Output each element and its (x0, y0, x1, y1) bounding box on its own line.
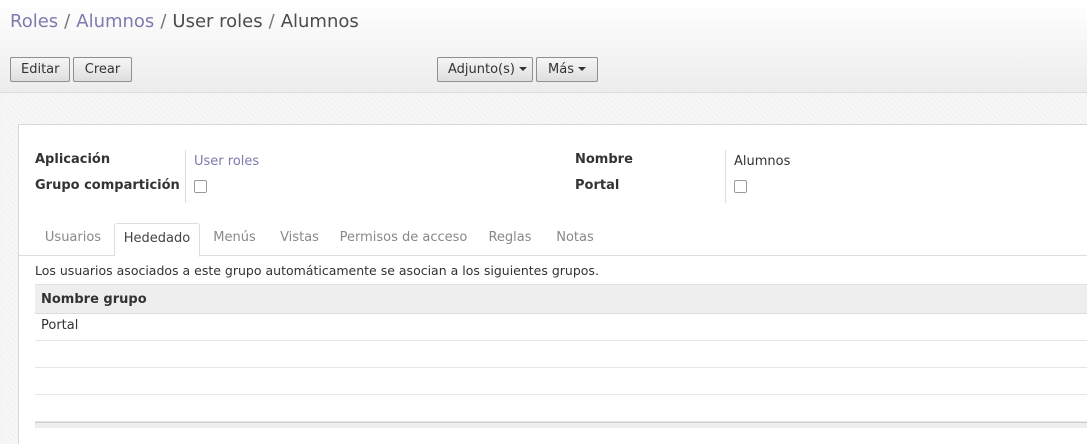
portal-checkbox[interactable] (734, 180, 747, 193)
notebook-tabs: Usuarios Hededado Menús Vistas Permisos … (19, 223, 1087, 257)
control-panel: Roles / Alumnos / User roles / Alumnos Editar … (0, 0, 1087, 93)
breadcrumb-app-name: User roles (172, 11, 263, 32)
field-divider (185, 150, 186, 203)
portal-label: Portal (575, 178, 620, 193)
tab-usuarios[interactable]: Usuarios (36, 223, 110, 256)
caret-down-icon (577, 67, 586, 71)
table-footer (35, 422, 1087, 428)
name-value: Alumnos (734, 154, 791, 169)
breadcrumb: Roles / Alumnos / User roles / Alumnos (10, 10, 359, 34)
share-group-label: Grupo compartición (35, 178, 180, 193)
tab-menus[interactable]: Menús (204, 223, 265, 256)
breadcrumb-separator: / (160, 11, 167, 32)
breadcrumb-roles-link[interactable]: Roles (10, 11, 58, 32)
column-header-group-name[interactable]: Nombre grupo (35, 284, 1087, 314)
caret-down-icon (518, 67, 527, 71)
more-label: Más (548, 62, 574, 77)
breadcrumb-current-record: Alumnos (280, 11, 359, 32)
tab-notas[interactable]: Notas (546, 223, 604, 256)
table-row (35, 368, 1087, 395)
attachments-label: Adjunto(s) (448, 62, 515, 77)
create-button[interactable]: Crear (73, 57, 132, 82)
tab-hededado[interactable]: Hededado (114, 223, 200, 257)
tab-vistas[interactable]: Vistas (271, 223, 328, 256)
field-divider (725, 150, 726, 203)
tab-reglas[interactable]: Reglas (481, 223, 539, 256)
table-row[interactable]: Portal (35, 314, 1087, 341)
more-dropdown-button[interactable]: Más (536, 57, 598, 82)
breadcrumb-alumnos-link[interactable]: Alumnos (76, 11, 154, 32)
name-label: Nombre (575, 152, 633, 167)
attachments-dropdown-button[interactable]: Adjunto(s) (437, 57, 533, 82)
application-label: Aplicación (35, 152, 111, 167)
tab-permisos-de-acceso[interactable]: Permisos de acceso (335, 223, 472, 256)
edit-button[interactable]: Editar (10, 57, 70, 82)
inherited-help-text: Los usuarios asociados a este grupo auto… (35, 263, 599, 278)
share-group-checkbox[interactable] (194, 180, 207, 193)
inherited-groups-table: Nombre grupo Portal (35, 284, 1087, 428)
table-row (35, 395, 1087, 422)
breadcrumb-separator: / (268, 11, 275, 32)
table-row (35, 341, 1087, 368)
application-link[interactable]: User roles (194, 154, 259, 169)
breadcrumb-separator: / (64, 11, 71, 32)
